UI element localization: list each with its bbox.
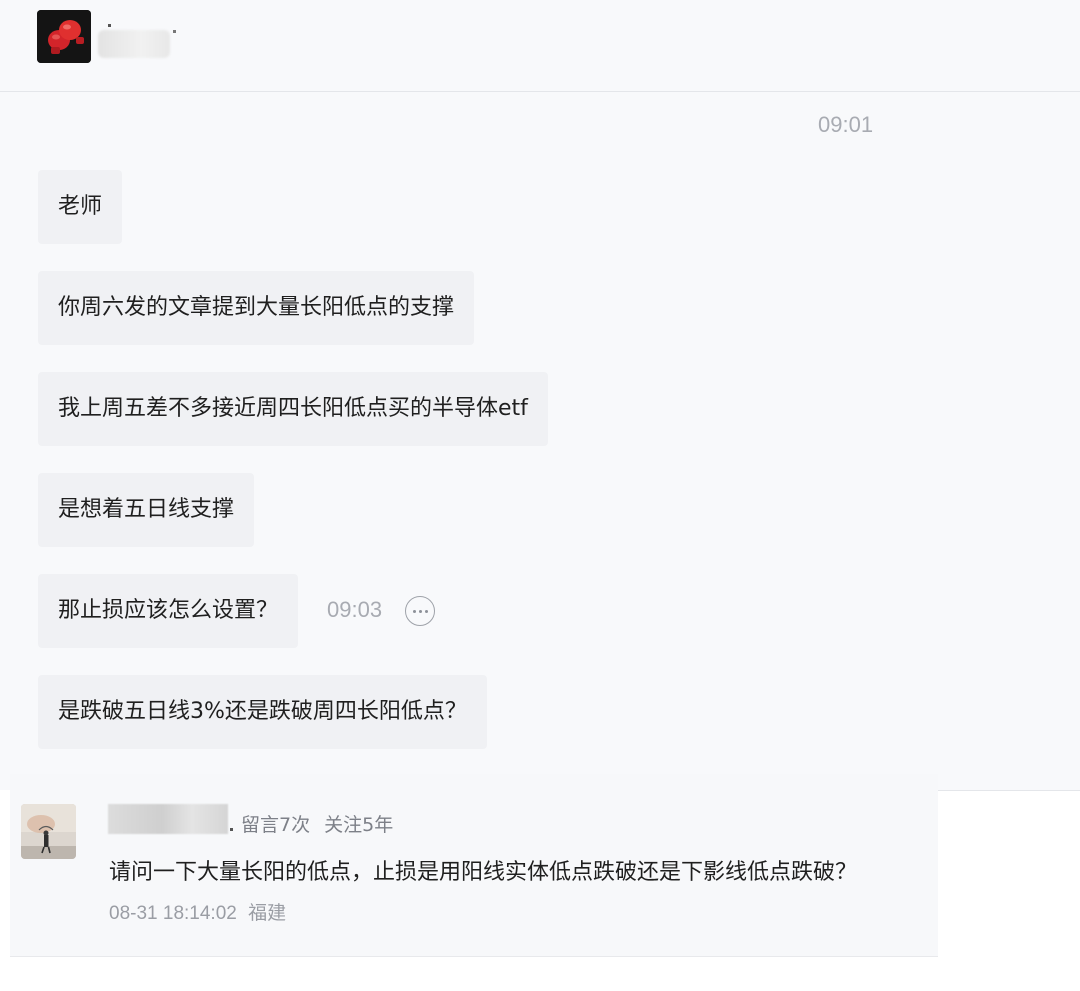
more-options-icon[interactable]	[405, 596, 435, 626]
comment-datetime: 08-31 18:14:02	[109, 903, 237, 924]
message-text: 老师	[58, 194, 103, 219]
commenter-name-redacted	[108, 804, 228, 834]
message-timestamp: 09:03	[327, 597, 383, 622]
comment-count: 留言7次	[241, 814, 311, 836]
message-text: 是想着五日线支撑	[58, 497, 235, 522]
contact-avatar[interactable]	[37, 10, 91, 63]
chat-window: 09:01 老师 你周六发的文章提到大量长阳低点的支撑 我上周五差不多接近周四长…	[0, 0, 1080, 790]
person-silhouette-icon	[21, 804, 76, 859]
comment-text: 请问一下大量长阳的低点，止损是用阳线实体低点跌破还是下影线低点跌破？	[109, 860, 858, 885]
message-timestamp: 09:01	[818, 112, 874, 137]
commenter-avatar[interactable]	[21, 804, 76, 859]
message-text: 我上周五差不多接近周四长阳低点买的半导体etf	[58, 396, 528, 421]
contact-name-redacted-mark	[173, 30, 176, 33]
contact-name-redacted-mark	[108, 24, 111, 27]
message-bubble[interactable]: 是跌破五日线3%还是跌破周四长阳低点？	[38, 675, 487, 749]
message-text: 是跌破五日线3%还是跌破周四长阳低点？	[58, 699, 467, 724]
follow-duration: 关注5年	[324, 814, 394, 836]
commenter-stats: 留言7次 关注5年	[241, 810, 393, 837]
message-bubble[interactable]: 你周六发的文章提到大量长阳低点的支撑	[38, 271, 475, 345]
message-bubble[interactable]: 那止损应该怎么设置？	[38, 574, 299, 648]
contact-name-redacted	[98, 30, 170, 58]
message-text: 那止损应该怎么设置？	[58, 598, 279, 623]
boxing-gloves-icon	[37, 10, 91, 63]
message-bubble[interactable]: 是想着五日线支撑	[38, 473, 255, 547]
commenter-name-redacted-mark	[230, 828, 233, 831]
message-bubble[interactable]: 老师	[38, 170, 123, 244]
comment-location: 福建	[248, 903, 287, 924]
comment-card: 留言7次 关注5年 请问一下大量长阳的低点，止损是用阳线实体低点跌破还是下影线低…	[10, 774, 938, 957]
message-bubble[interactable]: 我上周五差不多接近周四长阳低点买的半导体etf	[38, 372, 548, 446]
chat-header	[0, 0, 1080, 92]
comment-footer: 08-31 18:14:02 福建	[109, 898, 286, 925]
divider	[938, 790, 1080, 791]
message-text: 你周六发的文章提到大量长阳低点的支撑	[58, 295, 455, 320]
